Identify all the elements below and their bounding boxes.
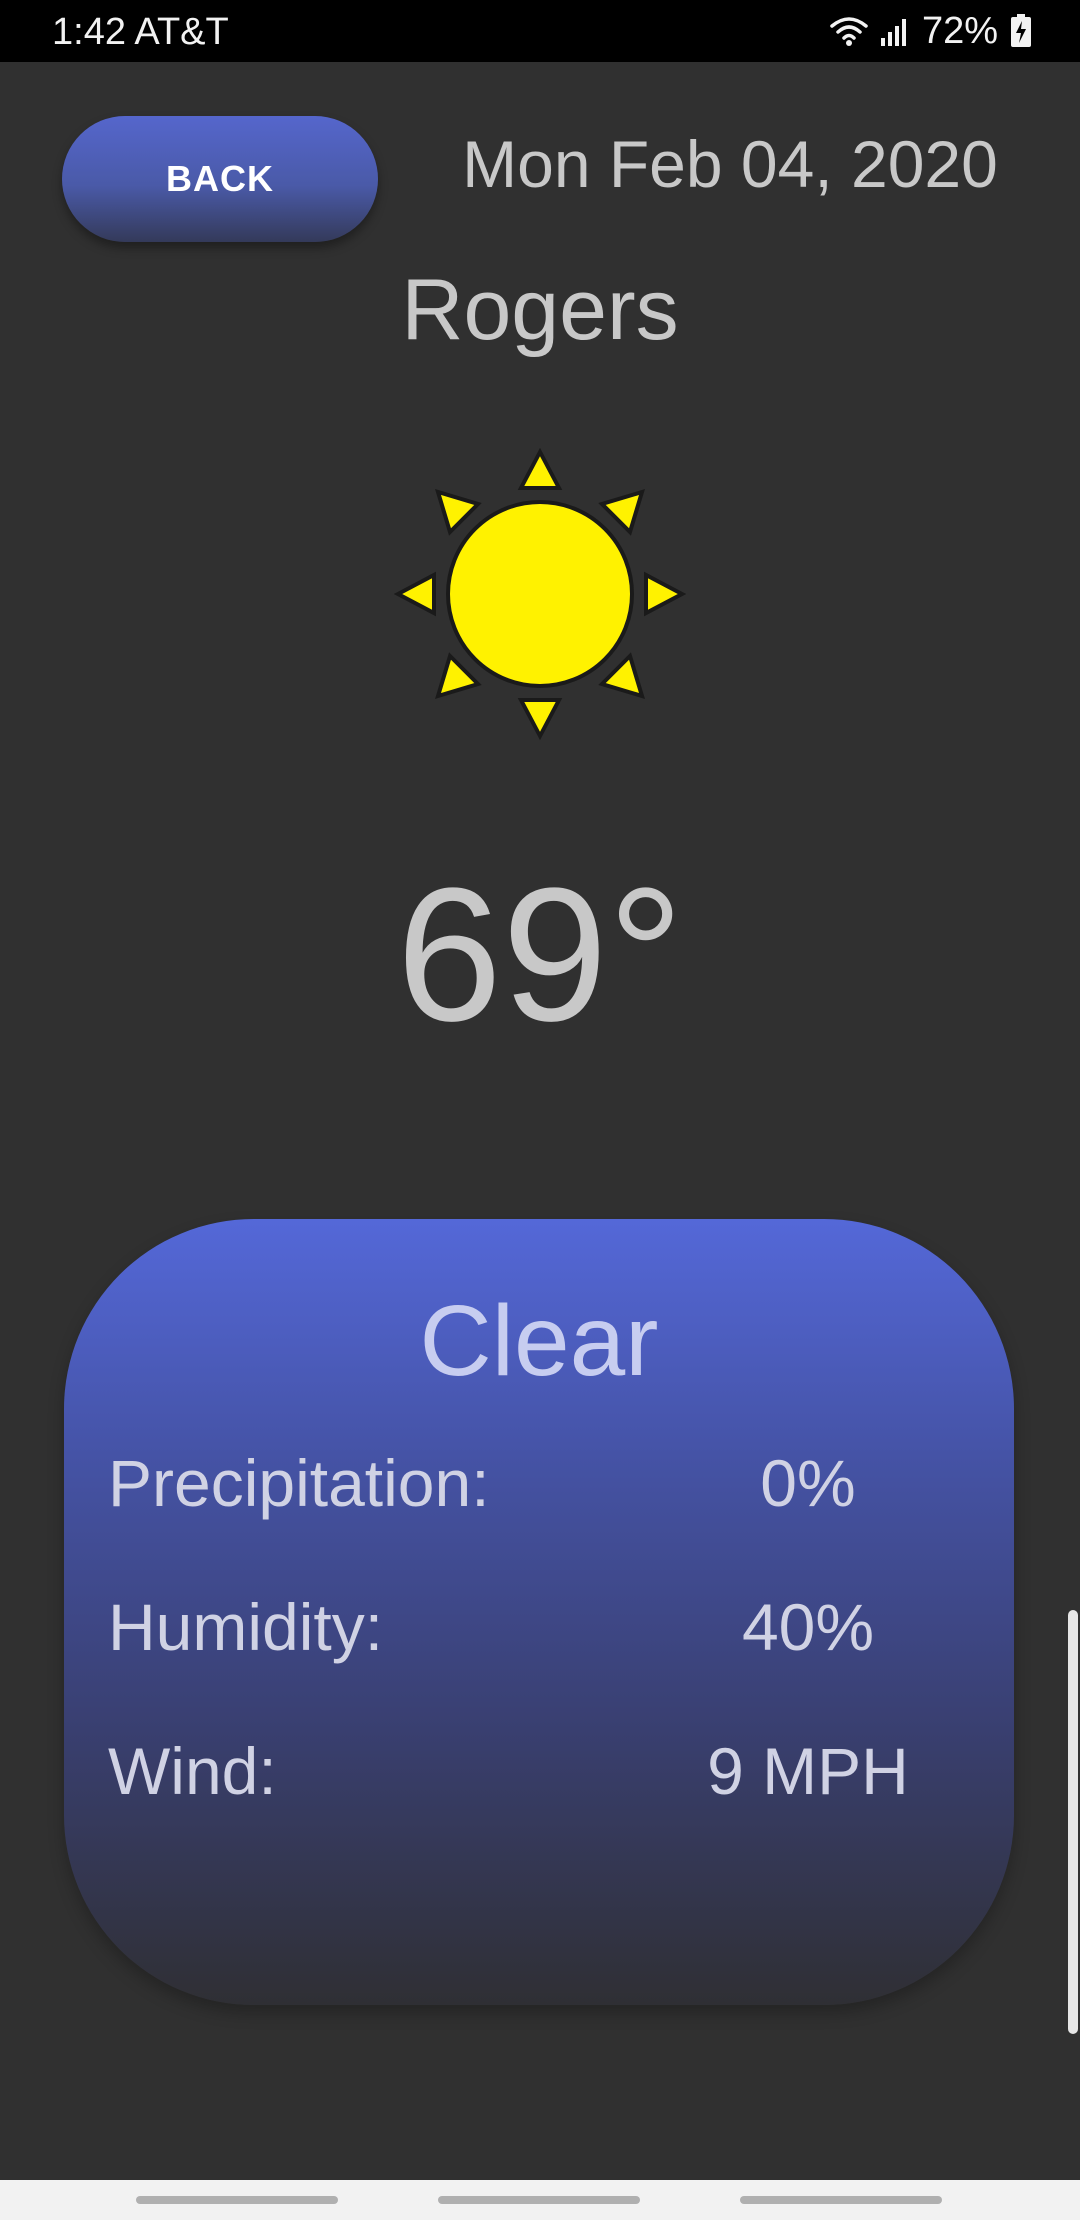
battery-percent: 72% [921, 10, 998, 52]
sun-icon [392, 446, 688, 742]
back-button[interactable]: BACK [62, 116, 378, 242]
status-bar: 1:42 AT&T 72% [0, 0, 1080, 62]
humidity-value: 40% [741, 1590, 875, 1664]
condition-label: Clear [419, 1285, 659, 1397]
weather-details-card: Clear Precipitation: 0% Humidity: 40% Wi… [64, 1219, 1014, 2005]
precipitation-value: 0% [760, 1446, 856, 1520]
nav-handle-right[interactable] [740, 2196, 942, 2204]
date-label: Mon Feb 04, 2020 [462, 127, 998, 201]
scrollbar[interactable] [1068, 1610, 1078, 2034]
status-icons: 72% [830, 9, 1032, 53]
humidity-row: Humidity: 40% [108, 1587, 978, 1667]
precipitation-row: Precipitation: 0% [108, 1443, 978, 1523]
wind-label: Wind: [108, 1734, 277, 1808]
temperature: 69° [396, 849, 684, 1061]
nav-handle-left[interactable] [136, 2196, 338, 2204]
wind-value: 9 MPH [707, 1734, 909, 1808]
status-time-carrier: 1:42 AT&T [52, 11, 229, 53]
navigation-bar [0, 2180, 1080, 2220]
wifi-icon [830, 15, 868, 47]
signal-icon [880, 16, 910, 46]
nav-handle-center[interactable] [438, 2196, 640, 2204]
city-name: Rogers [401, 262, 679, 358]
precipitation-label: Precipitation: [108, 1446, 490, 1520]
battery-charging-icon [1010, 14, 1032, 48]
wind-row: Wind: 9 MPH [108, 1731, 978, 1811]
humidity-label: Humidity: [108, 1590, 384, 1664]
